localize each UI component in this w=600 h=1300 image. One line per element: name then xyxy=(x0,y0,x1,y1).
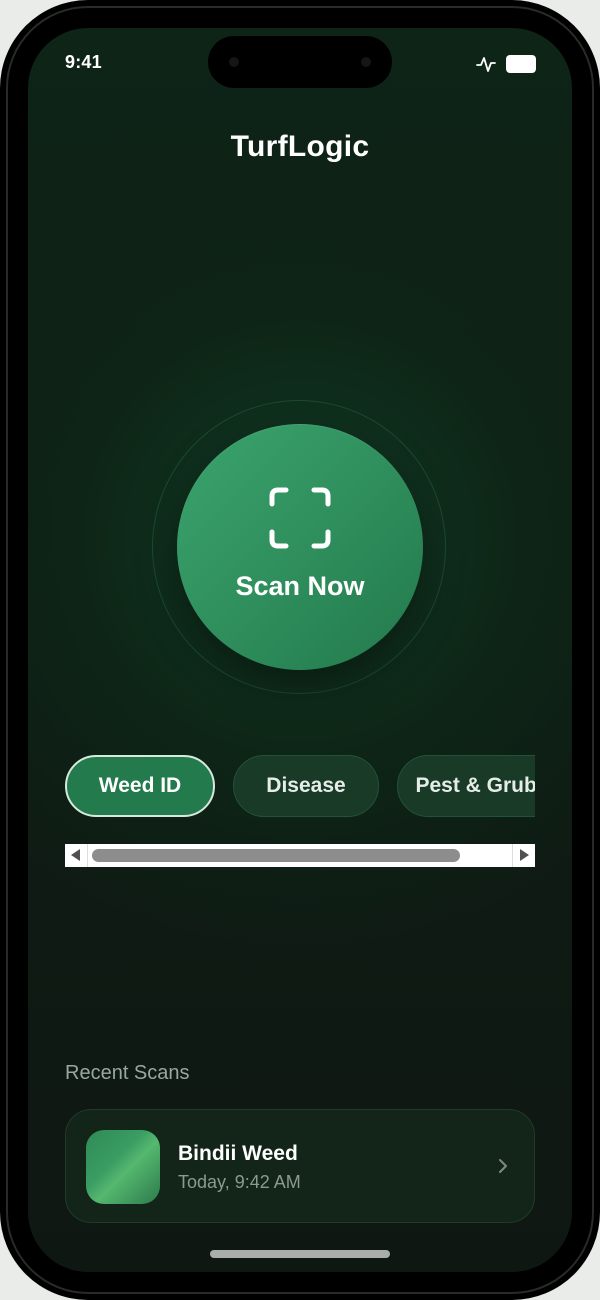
scan-thumbnail xyxy=(86,1130,160,1204)
home-indicator[interactable] xyxy=(210,1250,390,1258)
app-title: TurfLogic xyxy=(230,130,370,163)
scan-frame-icon xyxy=(269,487,331,549)
scroll-left-arrow-icon[interactable] xyxy=(71,849,80,861)
chip-weed-id[interactable]: Weed ID xyxy=(65,755,215,817)
scrollbar-divider xyxy=(512,844,513,867)
chip-pest-grubs[interactable]: Pest & Grubs xyxy=(397,755,535,817)
status-time: 9:41 xyxy=(65,52,102,72)
activity-icon xyxy=(476,57,496,72)
phone-frame: 9:41 TurfLogic Scan Now Weed ID Disease … xyxy=(0,0,600,1300)
chip-track: Weed ID Disease Pest & Grubs xyxy=(65,755,535,817)
recent-scans-heading: Recent Scans xyxy=(65,1062,190,1084)
scrollbar-thumb[interactable] xyxy=(92,849,460,862)
status-icons xyxy=(476,55,536,73)
chevron-right-icon xyxy=(499,1159,507,1173)
chip-label: Disease xyxy=(266,774,346,797)
sensor-dot xyxy=(229,57,239,67)
scan-item-title: Bindii Weed xyxy=(178,1142,298,1165)
chip-label: Weed ID xyxy=(98,774,182,797)
category-chips: Weed ID Disease Pest & Grubs xyxy=(65,755,535,821)
chip-disease[interactable]: Disease xyxy=(233,755,379,817)
scan-item-timestamp: Today, 9:42 AM xyxy=(178,1172,301,1192)
chip-label: Pest & Grubs xyxy=(415,774,535,797)
scroll-right-arrow-icon[interactable] xyxy=(520,849,529,861)
battery-icon xyxy=(506,55,536,73)
recent-scan-item[interactable]: Bindii Weed Today, 9:42 AM xyxy=(65,1109,535,1223)
scrollbar-divider xyxy=(87,844,88,867)
app-screen: 9:41 TurfLogic Scan Now Weed ID Disease … xyxy=(28,28,572,1272)
camera-dot xyxy=(361,57,371,67)
horizontal-scrollbar[interactable] xyxy=(65,844,535,867)
dynamic-island xyxy=(208,36,392,88)
scan-now-button[interactable]: Scan Now xyxy=(177,424,423,670)
scan-now-label: Scan Now xyxy=(235,571,365,601)
